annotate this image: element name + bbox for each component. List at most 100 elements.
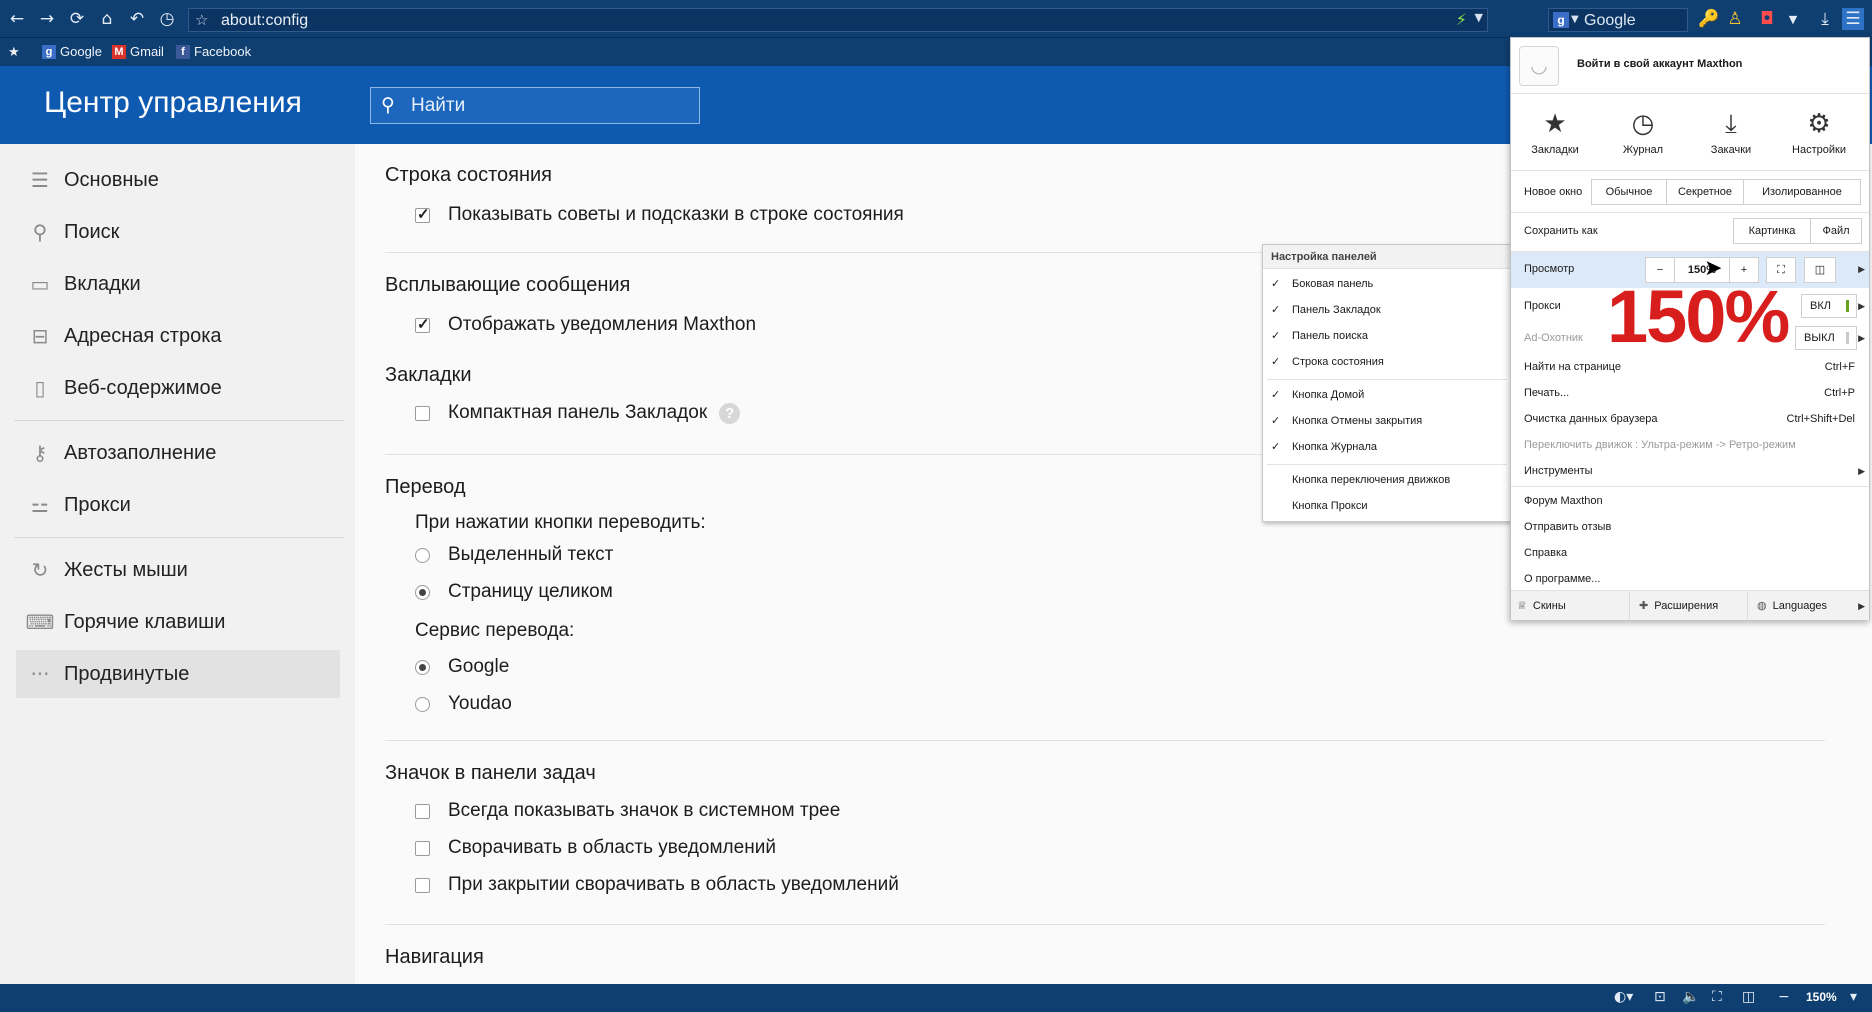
option-tray-always[interactable]: Всегда показывать значок в системном тре… <box>415 800 840 822</box>
star-icon[interactable]: ☆ <box>195 11 208 29</box>
radio-google[interactable]: Google <box>415 656 509 678</box>
bookmark-google[interactable]: g Google <box>42 44 102 59</box>
new-window-normal[interactable]: Обычное <box>1591 179 1667 205</box>
back-icon[interactable]: ← <box>6 8 28 30</box>
quick-settings[interactable]: ⚙ Настройки <box>1775 104 1863 168</box>
cast-icon[interactable]: ⊡ <box>1654 989 1666 1005</box>
engine-icon[interactable]: ⚡ <box>1456 10 1467 29</box>
radio-whole-page[interactable]: Страницу целиком <box>415 581 613 603</box>
chevron-down-icon[interactable]: ▼ <box>1571 14 1579 25</box>
print-row[interactable]: Печать... Ctrl+P <box>1511 380 1869 406</box>
split-view-icon[interactable]: ◫ <box>1804 257 1836 283</box>
option-statusbar-tips[interactable]: Показывать советы и подсказки в строке с… <box>415 204 904 226</box>
panel-menu-item[interactable]: Кнопка переключения движков <box>1263 469 1511 491</box>
option-compact-bookmarks[interactable]: Компактная панель Закладок ? <box>415 402 741 424</box>
checkbox[interactable] <box>415 205 430 223</box>
settings-search-input[interactable]: ⚲ Найти <box>370 87 700 124</box>
clear-data-row[interactable]: Очистка данных браузера Ctrl+Shift+Del <box>1511 406 1869 432</box>
sidebar-item-advanced[interactable]: ··· Продвинутые <box>16 650 340 698</box>
help-row[interactable]: Справка <box>1511 540 1869 566</box>
zoom-out-icon[interactable]: − <box>1778 989 1790 1005</box>
new-window-private[interactable]: Секретное <box>1666 179 1744 205</box>
checkbox[interactable] <box>415 840 430 856</box>
radio[interactable] <box>415 584 430 600</box>
account-row[interactable]: ◡ Войти в свой аккаунт Maxthon <box>1511 38 1869 94</box>
checkbox[interactable] <box>415 405 430 421</box>
radio[interactable] <box>415 696 430 712</box>
proxy-toggle[interactable]: ВКЛ <box>1801 294 1857 318</box>
sidebar-item-web-content[interactable]: ▯ Веб-содержимое <box>16 364 340 412</box>
languages-button[interactable]: ◍ Languages <box>1757 599 1827 613</box>
sidebar-item-hotkeys[interactable]: ⌨ Горячие клавиши <box>16 598 340 646</box>
translate-mode-label: При нажатии кнопки переводить: <box>415 512 706 533</box>
sidebar-item-address-bar[interactable]: ⊟ Адресная строка <box>16 312 340 360</box>
save-as-image[interactable]: Картинка <box>1733 218 1811 244</box>
help-icon[interactable]: ? <box>719 402 741 424</box>
forward-icon[interactable]: → <box>36 8 58 30</box>
find-row[interactable]: Найти на странице Ctrl+F <box>1511 354 1869 380</box>
option-maxthon-notifications[interactable]: Отображать уведомления Maxthon <box>415 314 756 336</box>
quick-label: Закладки <box>1531 144 1579 156</box>
radio-selected-text[interactable]: Выделенный текст <box>415 544 613 566</box>
split-view-icon[interactable]: ◫ <box>1742 989 1755 1005</box>
volume-icon[interactable]: 🔈 <box>1682 989 1699 1005</box>
adhunter-toggle[interactable]: ВЫКЛ <box>1795 326 1857 350</box>
extensions-button[interactable]: ✚ Расширения <box>1639 599 1718 613</box>
sidebar-item-search[interactable]: ⚲ Поиск <box>16 208 340 256</box>
sidebar-item-autofill[interactable]: ⚷ Автозаполнение <box>16 429 340 477</box>
search-engine-label[interactable]: Google <box>1584 12 1636 30</box>
radio[interactable] <box>415 547 430 563</box>
checkbox[interactable] <box>415 803 430 819</box>
address-url[interactable]: about:config <box>221 12 308 30</box>
gamepad-icon[interactable]: ◘ <box>1756 8 1778 30</box>
home-icon[interactable]: ⌂ <box>96 8 118 30</box>
panel-menu-item[interactable]: Кнопка Прокси <box>1263 495 1511 517</box>
search-box[interactable]: g ▼ Google <box>1548 8 1688 32</box>
radio[interactable] <box>415 659 430 675</box>
about-row[interactable]: О программе... <box>1511 566 1869 592</box>
quick-downloads[interactable]: ⤓ Закачки <box>1687 104 1775 168</box>
skins-button[interactable]: ♕ Скины <box>1517 599 1566 613</box>
history-icon[interactable]: ◷ <box>156 8 178 30</box>
key-icon[interactable]: 🔑 <box>1698 8 1720 30</box>
sidebar-item-tabs[interactable]: ▭ Вкладки <box>16 260 340 308</box>
chevron-down-icon[interactable]: ▾ <box>1850 989 1857 1005</box>
user-icon[interactable]: ♙ <box>1724 8 1746 30</box>
forum-row[interactable]: Форум Maxthon <box>1511 488 1869 514</box>
refresh-icon[interactable]: ⟳ <box>66 8 88 30</box>
address-bar[interactable]: ☆ about:config ⚡ ▼ <box>188 8 1488 32</box>
sidebar-item-proxy[interactable]: ⚍ Прокси <box>16 481 340 529</box>
sidebar-item-general[interactable]: ☰ Основные <box>16 156 340 204</box>
panel-menu-item[interactable]: ✓ Строка состояния <box>1263 351 1511 373</box>
download-icon[interactable]: ⤓ <box>1814 8 1836 30</box>
bookmark-gmail[interactable]: M Gmail <box>112 44 164 59</box>
save-as-file[interactable]: Файл <box>1810 218 1862 244</box>
menu-icon[interactable]: ☰ <box>1842 8 1864 30</box>
panel-menu-item[interactable]: ✓ Кнопка Домой <box>1263 384 1511 406</box>
checkbox[interactable] <box>415 315 430 333</box>
tools-row[interactable]: Инструменты ▶ <box>1511 458 1869 484</box>
panel-menu-item[interactable]: ✓ Боковая панель <box>1263 273 1511 295</box>
radio-youdao[interactable]: Youdao <box>415 693 512 715</box>
status-bar: ◐▾ ⊡ 🔈 ⛶ ◫ − 150% ▾ <box>0 984 1872 1012</box>
option-close-to-tray[interactable]: При закрытии сворачивать в область уведо… <box>415 874 899 896</box>
checkbox[interactable] <box>415 877 430 893</box>
star-icon[interactable]: ★ <box>8 44 20 60</box>
engine-switch-icon[interactable]: ◐▾ <box>1614 989 1633 1005</box>
new-window-isolated[interactable]: Изолированное <box>1743 179 1861 205</box>
option-minimize-to-tray[interactable]: Сворачивать в область уведомлений <box>415 837 776 859</box>
zoom-level[interactable]: 150% <box>1806 990 1837 1004</box>
undo-close-icon[interactable]: ↶ <box>126 8 148 30</box>
sidebar-item-mouse-gestures[interactable]: ↻ Жесты мыши <box>16 546 340 594</box>
panel-menu-item[interactable]: ✓ Кнопка Отмены закрытия <box>1263 410 1511 432</box>
quick-history[interactable]: ◷ Журнал <box>1599 104 1687 168</box>
panel-menu-item[interactable]: ✓ Кнопка Журнала <box>1263 436 1511 458</box>
panel-menu-item[interactable]: ✓ Панель поиска <box>1263 325 1511 347</box>
fullscreen-icon[interactable]: ⛶ <box>1712 989 1722 1005</box>
bookmark-facebook[interactable]: f Facebook <box>176 44 251 59</box>
chevron-down-icon[interactable]: ▼ <box>1782 8 1804 30</box>
quick-bookmarks[interactable]: ★ Закладки <box>1511 104 1599 168</box>
panel-menu-item[interactable]: ✓ Панель Закладок <box>1263 299 1511 321</box>
chevron-down-icon[interactable]: ▼ <box>1475 11 1483 24</box>
feedback-row[interactable]: Отправить отзыв <box>1511 514 1869 540</box>
